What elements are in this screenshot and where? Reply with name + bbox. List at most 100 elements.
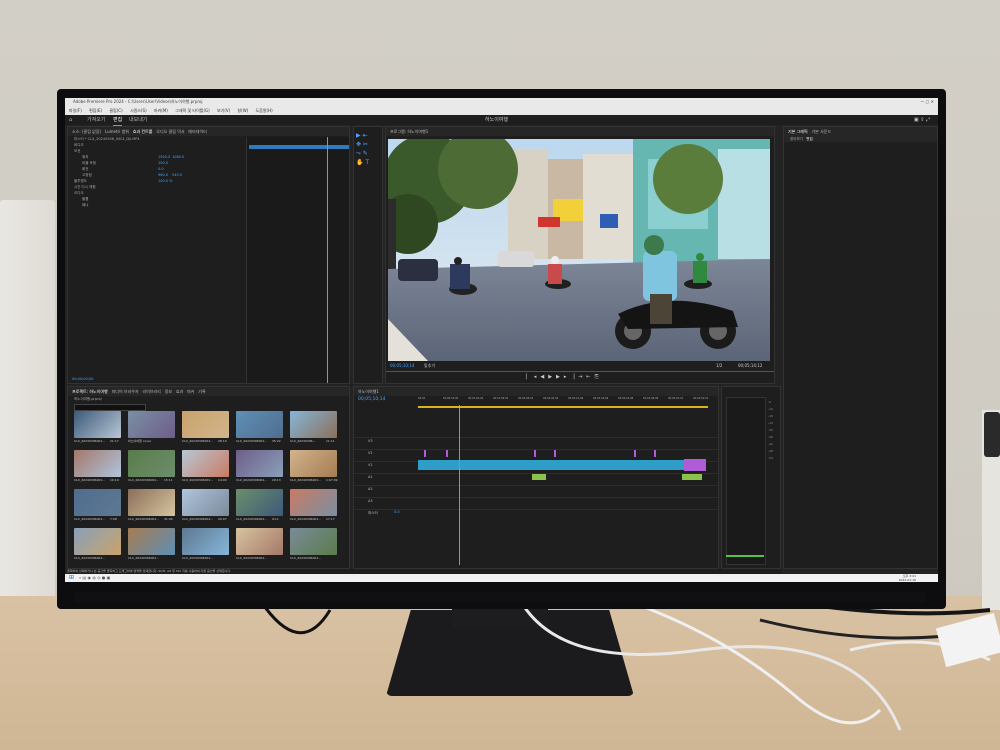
effect-timecode[interactable]: 00;00;00;00 (72, 377, 93, 381)
tab-export[interactable]: 내보내기 (129, 115, 147, 125)
playhead-line[interactable] (327, 137, 328, 383)
tab-essential-sound[interactable]: 기본 사운드 (812, 129, 832, 134)
master-volume-value[interactable]: 0.0 (394, 510, 400, 514)
project-search-input[interactable] (74, 404, 146, 411)
tab-effect-controls[interactable]: 효과 컨트롤 (133, 129, 153, 134)
audio-clip[interactable] (682, 474, 702, 480)
project-thumbnail[interactable] (128, 411, 175, 438)
adjustment-clip[interactable] (554, 450, 556, 457)
project-item-label: CLX_20240306001... (236, 556, 268, 560)
project-item-label: CLX_20240306... (290, 439, 316, 443)
tab-edit[interactable]: 편집 (113, 115, 123, 126)
ruler-label: 00;04;16;08 (618, 397, 634, 400)
program-tab[interactable]: 프로그램: 하노이여행1 (386, 127, 774, 136)
project-thumbnail[interactable] (74, 450, 121, 477)
opacity-value[interactable]: 100.0 % (158, 178, 172, 184)
quality-dropdown[interactable]: 1/2 (716, 363, 722, 368)
project-thumbnail[interactable] (128, 489, 175, 516)
window-controls[interactable]: — ▢ ✕ (920, 98, 934, 106)
menu-clip[interactable]: 클립(C) (109, 108, 122, 113)
timeline-track[interactable]: V3 (354, 437, 718, 447)
project-item-duration: 11:11 (326, 439, 335, 443)
project-thumbnail[interactable] (128, 528, 175, 555)
adjustment-clip[interactable] (634, 450, 636, 457)
adjustment-clip[interactable] (684, 459, 706, 471)
project-thumbnail[interactable] (182, 450, 229, 477)
project-item-label: CLX_20240306001... (128, 517, 160, 521)
project-item-label: CLX_20240306001... (74, 439, 106, 443)
tab-info[interactable]: 정보 (165, 389, 172, 394)
taskbar-app-icons[interactable]: ⌕ ▤ ◉ ◍ ◎ ● ▣ (79, 575, 110, 580)
project-thumbnail[interactable] (74, 411, 121, 438)
tab-lumetri[interactable]: Lumetri 범위 (105, 129, 129, 134)
subtab-browse[interactable]: 찾아보기 (790, 137, 803, 141)
timeline-timecode[interactable]: 00;05;10;14 (358, 397, 385, 402)
subtab-edit[interactable]: 편집 (806, 137, 812, 141)
tab-markers[interactable]: 마커 (187, 389, 194, 394)
tab-effects[interactable]: 효과 (176, 389, 183, 394)
timeline-ruler[interactable]: 00;00 00;00;32;00 00;01;04;02 00;01;36;02 00… (418, 397, 718, 405)
project-thumbnail[interactable] (236, 450, 283, 477)
tab-media-browser[interactable]: 미디어 브라우저 (112, 389, 139, 394)
tab-import[interactable]: 가져오기 (87, 115, 105, 125)
fit-dropdown[interactable]: 맞추기 (424, 363, 435, 369)
scrub-bar[interactable] (386, 371, 774, 372)
project-thumbnail[interactable] (290, 411, 337, 438)
audio-clip[interactable] (532, 474, 546, 480)
timeline-track[interactable]: A3 (354, 497, 718, 507)
home-icon[interactable]: ⌂ (69, 115, 72, 125)
menu-view[interactable]: 보기(V) (217, 108, 230, 113)
project-thumbnail[interactable] (236, 411, 283, 438)
transport-controls[interactable]: ▏◂◀▶▶▸▕⇥⇤⎘ (526, 374, 603, 380)
tab-project[interactable]: 프로젝트: 하노이여행 (72, 389, 108, 394)
timeline-tab[interactable]: 하노이여행1 (354, 387, 718, 396)
adjustment-clip[interactable] (654, 450, 656, 457)
project-thumbnail[interactable] (182, 528, 229, 555)
adjustment-clip[interactable] (424, 450, 426, 457)
timeline-playhead[interactable] (459, 405, 460, 565)
windows-start-icon[interactable]: ⊞ (69, 574, 74, 581)
project-thumbnail[interactable] (182, 489, 229, 516)
project-thumbnail[interactable] (236, 528, 283, 555)
project-item-duration: 20:07 (218, 517, 227, 521)
project-item-duration: 21:17 (110, 439, 119, 443)
prop-position-label: 위치 (82, 155, 89, 159)
menu-file[interactable]: 파일(F) (69, 108, 82, 113)
tab-metadata[interactable]: 메타데이터 (188, 129, 206, 134)
video-clip-track[interactable] (418, 460, 706, 470)
project-thumbnail[interactable] (290, 489, 337, 516)
menu-edit[interactable]: 편집(E) (89, 108, 102, 113)
menu-graphics[interactable]: 그래픽 및 타이틀(G) (175, 108, 210, 113)
track-label: A2 (368, 487, 373, 491)
project-item-duration: 31:00 (164, 517, 173, 521)
menu-help[interactable]: 도움말(H) (256, 108, 273, 113)
effect-controls-tabs: 소스: (클립 없음) Lumetri 범위 효과 컨트롤 오디오 클립 믹서 … (68, 127, 349, 136)
tab-libraries[interactable]: 라이브러리 (142, 389, 160, 394)
project-thumbnail[interactable] (290, 450, 337, 477)
project-thumbnail[interactable] (236, 489, 283, 516)
adjustment-clip[interactable] (534, 450, 536, 457)
work-area-bar[interactable] (418, 406, 708, 408)
project-thumbnail[interactable] (128, 450, 175, 477)
timeline-tracks: V3 V2 V1 A1 A2 A3 마스터 0.0 (354, 437, 718, 527)
project-thumbnail[interactable] (74, 528, 121, 555)
project-thumbnail[interactable] (74, 489, 121, 516)
adjustment-clip[interactable] (446, 450, 448, 457)
tab-history[interactable]: 기록 (198, 389, 205, 394)
program-timecode-left[interactable]: 00;05;10;14 (390, 363, 414, 368)
ruler-label: 00;03;12;06 (568, 397, 584, 400)
tab-essential-graphics[interactable]: 기본 그래픽 (788, 129, 808, 134)
timeline-track[interactable]: 마스터 (354, 509, 718, 519)
tool-icons[interactable]: ▶ ⇤ ✥ ✂ ⤳ ✎ ✋ T (354, 127, 382, 171)
timeline-track[interactable]: A2 (354, 485, 718, 495)
project-thumbnail[interactable] (290, 528, 337, 555)
project-thumbnail[interactable] (182, 411, 229, 438)
menu-marker[interactable]: 마커(M) (154, 108, 168, 113)
menu-window[interactable]: 창(W) (237, 108, 248, 113)
tab-audio-mixer[interactable]: 오디오 클립 믹서 (156, 129, 184, 134)
workspace-icons[interactable]: ▣ ⇪ ⤢ (914, 115, 930, 125)
tab-source[interactable]: 소스: (클립 없음) (72, 129, 101, 134)
menu-sequence[interactable]: 시퀀스(S) (130, 108, 147, 113)
keyframe-area[interactable] (246, 137, 349, 383)
timeline-track[interactable]: V2 (354, 449, 718, 459)
